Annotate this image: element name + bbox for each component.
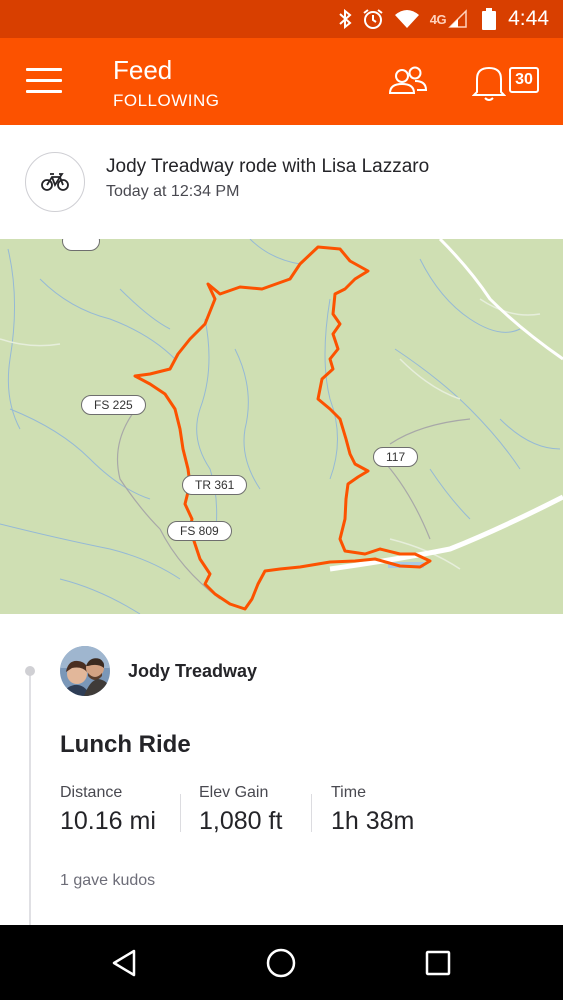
menu-icon-line	[26, 90, 62, 93]
bike-icon	[41, 173, 69, 191]
alarm-icon	[362, 8, 384, 30]
bell-icon	[472, 66, 506, 101]
route-map[interactable]: FS 225 TR 361 FS 809 117	[0, 239, 563, 614]
stat-value: 1h 38m	[331, 807, 415, 835]
notification-count-badge: 30	[509, 67, 539, 93]
stat-divider	[180, 794, 181, 832]
activity-headline[interactable]: Jody Treadway rode with Lisa Lazzaro	[106, 156, 429, 178]
stat-value: 1,080 ft	[199, 807, 283, 835]
road-label: 117	[373, 447, 419, 467]
road-label: TR 361	[182, 475, 248, 495]
stat-time: Time 1h 38m	[331, 784, 414, 836]
battery-icon	[482, 8, 497, 30]
road-label: FS 225	[81, 395, 146, 415]
bluetooth-icon	[338, 9, 352, 29]
network-type: 4G	[429, 11, 447, 27]
activity-title[interactable]: Lunch Ride	[60, 731, 191, 759]
route-line	[133, 245, 432, 611]
stat-elevation: Elev Gain 1,080 ft	[199, 784, 282, 836]
menu-icon-line	[26, 79, 62, 82]
stat-label: Distance	[60, 784, 123, 801]
page-title: Feed	[113, 55, 173, 85]
road-label-partial	[62, 239, 100, 251]
map-graphic	[0, 239, 563, 614]
app-bar: Feed FOLLOWING 30	[0, 38, 563, 125]
menu-button[interactable]	[26, 68, 62, 96]
recents-button[interactable]	[420, 945, 456, 981]
kudos-count[interactable]: 1 gave kudos	[60, 872, 155, 890]
avatar-photo	[60, 646, 110, 696]
avatar[interactable]	[60, 646, 110, 696]
timeline-line	[29, 672, 31, 932]
recents-icon	[425, 950, 451, 976]
stat-label: Elev Gain	[199, 784, 269, 801]
stat-label: Time	[331, 784, 366, 801]
home-button[interactable]	[263, 945, 299, 981]
activity-card[interactable]: Jody Treadway Lunch Ride Distance 10.16 …	[0, 614, 563, 932]
wifi-icon	[394, 9, 420, 29]
athlete-name[interactable]: Jody Treadway	[128, 661, 257, 682]
timeline-dot	[25, 666, 35, 676]
road-label: FS 809	[167, 521, 232, 541]
notifications-button[interactable]: 30	[472, 62, 544, 102]
activity-timestamp: Today at 12:34 PM	[106, 183, 240, 200]
find-friends-button[interactable]	[388, 63, 428, 99]
system-nav-bar	[0, 925, 563, 1000]
menu-icon-line	[26, 68, 62, 71]
status-time: 4:44	[508, 7, 549, 30]
back-button[interactable]	[106, 945, 142, 981]
people-icon	[388, 66, 428, 94]
status-bar: 4G 4:44	[0, 0, 563, 38]
back-icon	[112, 949, 136, 977]
stat-value: 10.16 mi	[60, 807, 156, 835]
feed-filter-dropdown[interactable]: FOLLOWING	[113, 91, 220, 111]
signal-icon	[448, 9, 468, 29]
feed-item-header[interactable]: Jody Treadway rode with Lisa Lazzaro Tod…	[0, 125, 563, 239]
home-icon	[266, 948, 296, 978]
sport-type-badge	[25, 152, 85, 212]
stat-distance: Distance 10.16 mi	[60, 784, 156, 836]
stat-divider	[311, 794, 312, 832]
